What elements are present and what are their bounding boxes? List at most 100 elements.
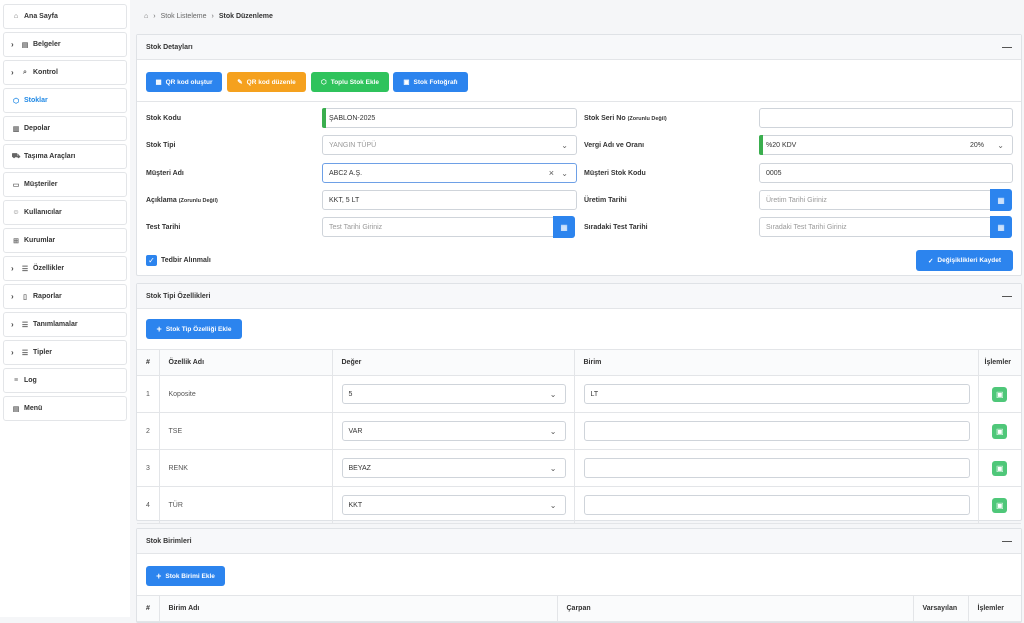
save-icon[interactable]: ▣ bbox=[992, 386, 1008, 402]
save-icon[interactable]: ▣ bbox=[992, 460, 1008, 476]
panel-title: Stok Detayları bbox=[146, 43, 193, 51]
add-unit-button[interactable]: + Stok Birimi Ekle bbox=[146, 566, 225, 586]
col-header: Varsayılan bbox=[913, 595, 969, 622]
breadcrumb-stock-list[interactable]: Stok Listeleme bbox=[161, 13, 207, 20]
sidebar-item-depolar[interactable]: ▥ Depolar bbox=[3, 116, 127, 141]
value-select[interactable]: KKT ⌄ bbox=[341, 495, 566, 515]
photo-button[interactable]: ▣ Stok Fotoğrafı bbox=[393, 72, 468, 92]
list-icon: ☰ bbox=[21, 265, 29, 273]
users-icon: ☺ bbox=[12, 209, 20, 216]
sidebar-item-tipler[interactable]: › ☰ Tipler bbox=[3, 340, 127, 365]
serial-no-input[interactable] bbox=[759, 108, 1013, 128]
unit-input[interactable] bbox=[583, 458, 970, 478]
sidebar-item-log[interactable]: ≡ Log bbox=[3, 368, 127, 393]
menu-icon: ≡ bbox=[13, 377, 19, 384]
save-changes-button[interactable]: ✓ Değişiklikleri Kaydet bbox=[916, 250, 1013, 271]
next-test-date-input[interactable]: Sıradaki Test Tarihi Giriniz bbox=[759, 217, 991, 237]
folder-icon: ▭ bbox=[12, 181, 20, 189]
unit-input[interactable] bbox=[583, 495, 970, 515]
col-header: Çarpan bbox=[557, 595, 914, 622]
org-icon: ⊞ bbox=[13, 237, 19, 245]
calendar-icon[interactable]: ▦ bbox=[553, 216, 575, 238]
list-icon: ☰ bbox=[21, 321, 29, 329]
box-icon: ⬡ bbox=[321, 79, 327, 86]
description-label: Açıklama (Zorunlu Değil) bbox=[146, 197, 218, 204]
qr-create-button[interactable]: ▦ QR kod oluştur bbox=[146, 72, 222, 92]
customer-stock-code-input[interactable]: 0005 bbox=[759, 163, 1013, 183]
next-test-date-label: Sıradaki Test Tarihi bbox=[584, 224, 648, 231]
panel-header: Stok Birimleri — bbox=[137, 529, 1021, 554]
collapse-icon[interactable]: — bbox=[1002, 42, 1012, 53]
chevron-right-icon: › bbox=[211, 13, 214, 20]
save-icon[interactable]: ▣ bbox=[992, 423, 1008, 439]
col-header: İşlemler bbox=[978, 349, 1021, 376]
panel-title: Stok Birimleri bbox=[146, 537, 192, 545]
image-icon: ▣ bbox=[403, 79, 410, 86]
property-name: Koposite bbox=[159, 375, 333, 413]
chevron-right-icon: › bbox=[11, 292, 14, 301]
stock-code-label: Stok Kodu bbox=[146, 115, 181, 122]
plus-icon: + bbox=[156, 571, 162, 581]
sidebar-item-kullanicilar[interactable]: ☺ Kullanıcılar bbox=[3, 200, 127, 225]
calendar-icon[interactable]: ▦ bbox=[990, 189, 1012, 211]
row-number: 3 bbox=[137, 449, 160, 487]
unit-input[interactable] bbox=[583, 421, 970, 441]
qr-edit-button[interactable]: ✎ QR kod düzenle bbox=[227, 72, 306, 92]
test-date-input[interactable]: Test Tarihi Giriniz bbox=[322, 217, 554, 237]
chevron-down-icon: ⌄ bbox=[549, 500, 557, 510]
warehouse-icon: ▥ bbox=[12, 125, 20, 133]
sidebar-item-belgeler[interactable]: › ▤ Belgeler bbox=[3, 32, 127, 57]
add-type-property-button[interactable]: + Stok Tip Özelliği Ekle bbox=[146, 319, 242, 339]
production-date-input[interactable]: Üretim Tarihi Giriniz bbox=[759, 190, 991, 210]
tax-select[interactable]: %20 KDV 20% ⌄ bbox=[759, 135, 1013, 155]
collapse-icon[interactable]: — bbox=[1002, 536, 1012, 547]
table-row: 1 Koposite 5 ⌄ LT ▣ bbox=[137, 375, 1021, 413]
bulk-add-button[interactable]: ⬡ Toplu Stok Ekle bbox=[311, 72, 389, 92]
sidebar-item-menu[interactable]: ▤ Menü bbox=[3, 396, 127, 421]
units-table: # Birim Adı Çarpan Varsayılan İşlemler bbox=[137, 595, 1021, 622]
stock-code-input[interactable]: ŞABLON-2025 bbox=[322, 108, 577, 128]
chevron-down-icon: ⌄ bbox=[997, 140, 1004, 150]
calendar-icon[interactable]: ▦ bbox=[990, 216, 1012, 238]
type-properties-table: # Özellik Adı Değer Birim İşlemler 1 Kop… bbox=[137, 349, 1021, 524]
pencil-icon: ✎ bbox=[237, 79, 243, 86]
sidebar-item-stoklar[interactable]: ⬡ Stoklar bbox=[3, 88, 127, 113]
sidebar-item-raporlar[interactable]: › ▯ Raporlar bbox=[3, 284, 127, 309]
qr-icon: ▦ bbox=[155, 79, 162, 86]
check-icon: ✓ bbox=[927, 257, 934, 265]
chevron-down-icon: ⌄ bbox=[561, 168, 568, 178]
chevron-right-icon: › bbox=[153, 13, 156, 20]
sidebar-item-ozellikler[interactable]: › ☰ Özellikler bbox=[3, 256, 127, 281]
box-icon: ⬡ bbox=[12, 97, 20, 105]
save-icon[interactable]: ▣ bbox=[992, 497, 1008, 513]
col-header: # bbox=[137, 349, 160, 376]
precaution-checkbox[interactable]: ✓ bbox=[146, 255, 157, 266]
col-header: # bbox=[137, 595, 160, 622]
sidebar-item-kurumlar[interactable]: ⊞ Kurumlar bbox=[3, 228, 127, 253]
chevron-right-icon: › bbox=[11, 348, 14, 357]
breadcrumb-current: Stok Düzenleme bbox=[218, 13, 273, 20]
collapse-icon[interactable]: — bbox=[1002, 291, 1012, 302]
value-select[interactable]: 5 ⌄ bbox=[341, 384, 566, 404]
home-icon[interactable]: ⌂ bbox=[144, 13, 148, 20]
sidebar-item-tanimlamalar[interactable]: › ☰ Tanımlamalar bbox=[3, 312, 127, 337]
sidebar-item-tasima-araclari[interactable]: ⛟ Taşıma Araçları bbox=[3, 144, 127, 169]
sidebar: ⌂ Ana Sayfa › ▤ Belgeler › ⌕ Kontrol ⬡ Stoklar… bbox=[0, 0, 130, 617]
panel-header: Stok Detayları — bbox=[137, 35, 1021, 60]
chevron-down-icon: ⌄ bbox=[549, 426, 557, 436]
customer-select[interactable]: ABC2 A.Ş. × ⌄ bbox=[322, 163, 577, 183]
sidebar-item-ana-sayfa[interactable]: ⌂ Ana Sayfa bbox=[3, 4, 127, 29]
sidebar-item-musteriler[interactable]: ▭ Müşteriler bbox=[3, 172, 127, 197]
property-name: RENK bbox=[159, 449, 333, 487]
value-select[interactable]: BEYAZ ⌄ bbox=[341, 458, 566, 478]
stock-type-label: Stok Tipi bbox=[146, 142, 176, 149]
stock-type-select[interactable]: YANGIN TÜPÜ ⌄ bbox=[322, 135, 577, 155]
col-header: Değer bbox=[332, 349, 575, 376]
description-input[interactable]: KKT, 5 LT bbox=[322, 190, 577, 210]
sidebar-item-kontrol[interactable]: › ⌕ Kontrol bbox=[3, 60, 127, 85]
value-select[interactable]: VAR ⌄ bbox=[341, 421, 566, 441]
production-date-label: Üretim Tarihi bbox=[584, 197, 627, 204]
clear-icon[interactable]: × bbox=[549, 168, 554, 178]
list-icon: ☰ bbox=[21, 349, 29, 357]
unit-input[interactable]: LT bbox=[583, 384, 970, 404]
